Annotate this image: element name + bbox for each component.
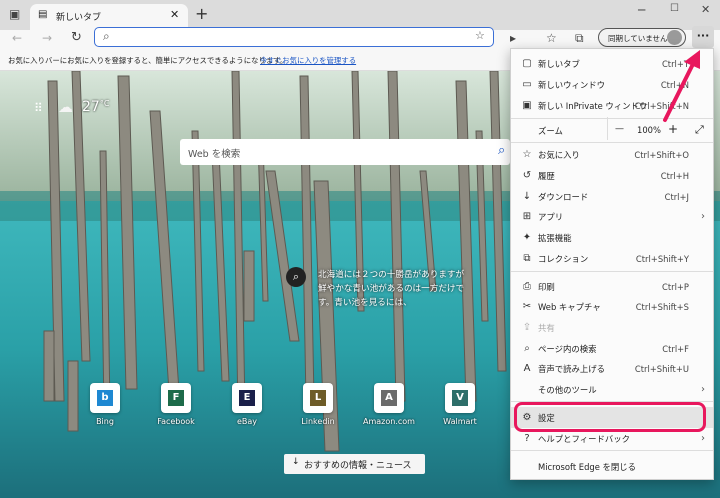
annotation-arrow <box>663 50 700 122</box>
